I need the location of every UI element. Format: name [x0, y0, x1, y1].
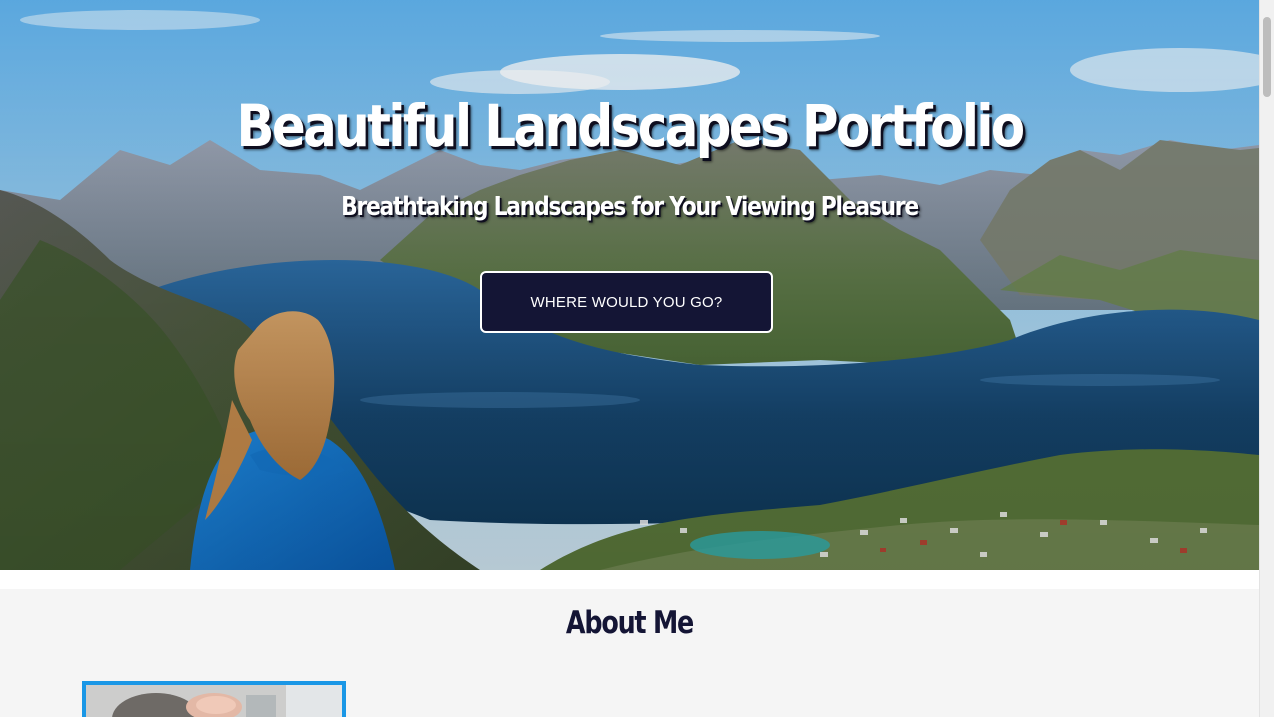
hero-subtitle: Breathtaking Landscapes for Your Viewing…	[341, 192, 919, 222]
profile-photo-image	[86, 685, 342, 717]
about-section: About Me	[0, 589, 1259, 717]
cta-button-label: WHERE WOULD YOU GO?	[530, 293, 723, 311]
hero-title: Beautiful Landscapes Portfolio	[236, 92, 1025, 160]
cta-button[interactable]: WHERE WOULD YOU GO?	[480, 271, 773, 333]
page: Beautiful Landscapes Portfolio Breathtak…	[0, 0, 1259, 717]
hero-section: Beautiful Landscapes Portfolio Breathtak…	[0, 0, 1259, 570]
scrollbar-thumb[interactable]	[1263, 17, 1271, 97]
profile-photo	[82, 681, 346, 717]
about-title: About Me	[565, 605, 694, 641]
section-divider	[0, 570, 1259, 589]
vertical-scrollbar[interactable]	[1259, 0, 1274, 717]
